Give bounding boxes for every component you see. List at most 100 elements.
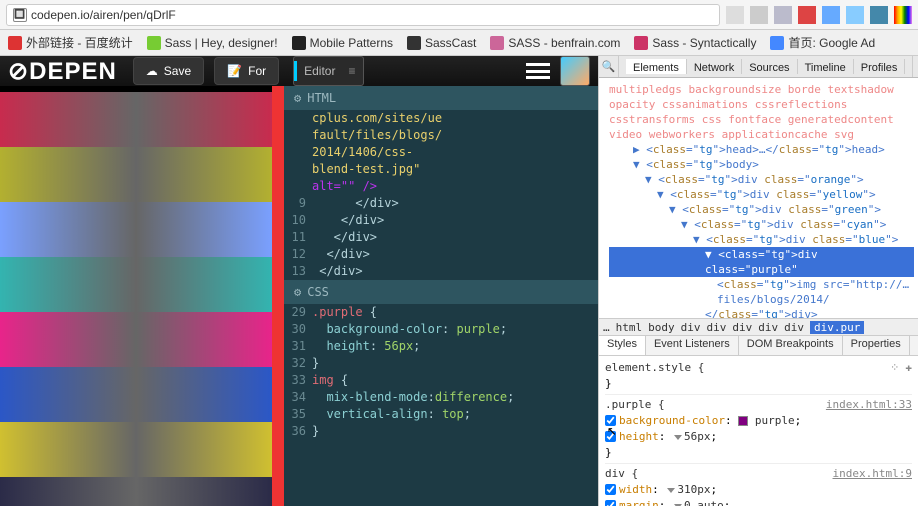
code-line[interactable]: blend-test.jpg" [284,161,598,178]
subtab-properties[interactable]: Properties [843,336,910,355]
avatar[interactable] [560,56,590,86]
html-code-area[interactable]: cplus.com/sites/uefault/files/blogs/2014… [284,110,598,280]
dom-node[interactable]: ▼ <class="tg">div class="blue"> [609,232,914,247]
subtab-event-listeners[interactable]: Event Listeners [646,336,739,355]
mail-icon[interactable] [798,6,816,24]
style-rule[interactable]: div {index.html:9width: 310px;margin: 0 … [605,464,912,506]
menu-icon[interactable] [526,63,550,79]
code-line[interactable]: 10 </div> [284,212,598,229]
css-code-area[interactable]: 29.purple {30 background-color: purple;3… [284,304,598,440]
code-line[interactable]: 31 height: 56px; [284,338,598,355]
code-line[interactable]: 13 </div> [284,263,598,280]
devtools-tab-sources[interactable]: Sources [742,59,797,74]
bookmark-item[interactable]: SASS - benfrain.com [490,36,620,50]
code-line[interactable]: 2014/1406/css- [284,144,598,161]
dom-node[interactable]: ▼ <class="tg">body> [609,157,914,172]
dom-node[interactable]: <class="tg">img src="http://…files/blogs… [609,277,914,307]
breadcrumb-item[interactable]: div [758,321,778,334]
subtab-styles[interactable]: Styles [599,336,646,355]
property-checkbox[interactable] [605,484,616,495]
preview-stripe [0,92,272,147]
code-line[interactable]: 12 </div> [284,246,598,263]
gear-icon: ⚙ [294,285,301,299]
address-bar[interactable]: 🔲 codepen.io/airen/pen/qDrlF [6,4,720,26]
code-line[interactable]: 29.purple { [284,304,598,321]
code-line[interactable]: alt="" /> [284,178,598,195]
style-rule[interactable]: element.style {✚⁘} [605,358,912,395]
breadcrumb-item[interactable]: div [732,321,752,334]
favicon [8,36,22,50]
breadcrumb-item[interactable]: body [648,321,675,334]
search-icon[interactable]: 🔍 [599,56,619,77]
preview-stripe [0,367,272,422]
devtools-tab-elements[interactable]: Elements [626,59,687,74]
bookmark-item[interactable]: Sass - Syntactically [634,36,756,50]
dom-tree[interactable]: multipledgs backgroundsize borde textsha… [599,78,918,318]
preview-stripe [0,312,272,367]
devtools-tab-profiles[interactable]: Profiles [854,59,906,74]
dom-node[interactable]: ▶ <class="tg">head>…</class="tg">head> [609,142,914,157]
bookmarks-bar: 外部链接 - 百度统计 Sass | Hey, designer! Mobile P… [0,30,918,56]
code-line[interactable]: fault/files/blogs/ [284,127,598,144]
code-line[interactable]: 30 background-color: purple; [284,321,598,338]
style-rule[interactable]: .purple {index.html:33background-color: … [605,395,912,464]
code-line[interactable]: 36} [284,423,598,440]
user-icon[interactable] [774,6,792,24]
styles-pane[interactable]: element.style {✚⁘}.purple {index.html:33… [599,356,918,506]
rainbow-icon[interactable] [894,6,912,24]
toggle-state-icon[interactable]: ⁘ [890,360,899,376]
dom-node[interactable]: ▼ <class="tg">div class="green"> [609,202,914,217]
dom-node[interactable]: ▼ <class="tg">div class="yellow"> [609,187,914,202]
source-link[interactable]: index.html:33 [826,397,912,413]
chat-icon[interactable] [846,6,864,24]
breadcrumb-item[interactable]: div [707,321,727,334]
code-line[interactable]: 35 vertical-align: top; [284,406,598,423]
color-swatch[interactable] [738,416,748,426]
new-rule-icon[interactable]: ✚ [905,360,912,376]
code-line[interactable]: 33img { [284,372,598,389]
favicon [147,36,161,50]
expand-icon[interactable] [667,488,675,493]
dom-node[interactable]: ▼ <class="tg">div class="orange"> [609,172,914,187]
save-label: Save [164,64,191,78]
source-link[interactable]: index.html:9 [833,466,912,482]
subtab-dom-breakpoints[interactable]: DOM Breakpoints [739,336,843,355]
style-property[interactable]: background-color: purple; [605,413,912,429]
html-section-header[interactable]: ⚙HTML [284,86,598,110]
dom-node[interactable]: ▼ <class="tg">div class="cyan"> [609,217,914,232]
expand-icon[interactable] [674,435,682,440]
history-icon[interactable] [750,6,768,24]
ext-icon[interactable] [822,6,840,24]
grid-icon[interactable] [870,6,888,24]
code-line[interactable]: 34 mix-blend-mode:difference; [284,389,598,406]
save-button[interactable]: ☁Save [133,57,204,85]
bookmark-item[interactable]: SassCast [407,36,476,50]
breadcrumb-item[interactable]: div [681,321,701,334]
breadcrumb-item[interactable]: div.pur [810,321,864,334]
dom-node[interactable]: </class="tg">div> [609,307,914,318]
style-property[interactable]: margin: 0 auto; [605,498,912,506]
bookmark-label: SASS - benfrain.com [508,36,620,50]
property-checkbox[interactable] [605,500,616,506]
bookmark-item[interactable]: 首页: Google Ad [770,34,875,51]
url-text: codepen.io/airen/pen/qDrlF [31,8,713,22]
breadcrumb-item[interactable]: div [784,321,804,334]
bookmark-item[interactable]: 外部链接 - 百度统计 [8,34,133,51]
devtools-tab-network[interactable]: Network [687,59,742,74]
style-property[interactable]: width: 310px; [605,482,912,498]
bookmark-item[interactable]: Sass | Hey, designer! [147,36,278,50]
style-property[interactable]: height: 56px; [605,429,912,445]
view-dropdown[interactable]: Editor [293,56,364,86]
css-section-header[interactable]: ⚙CSS [284,280,598,304]
code-line[interactable]: 9 </div> [284,195,598,212]
dom-node[interactable]: ▼ <class="tg">div class="purple" [609,247,914,277]
star-icon[interactable] [726,6,744,24]
fork-button[interactable]: 📝For [214,57,279,85]
code-line[interactable]: 11 </div> [284,229,598,246]
devtools-tab-timeline[interactable]: Timeline [798,59,854,74]
code-line[interactable]: 32} [284,355,598,372]
code-line[interactable]: cplus.com/sites/ue [284,110,598,127]
breadcrumb-item[interactable]: html [616,321,643,334]
breadcrumb-item[interactable]: … [603,321,610,334]
bookmark-item[interactable]: Mobile Patterns [292,36,393,50]
